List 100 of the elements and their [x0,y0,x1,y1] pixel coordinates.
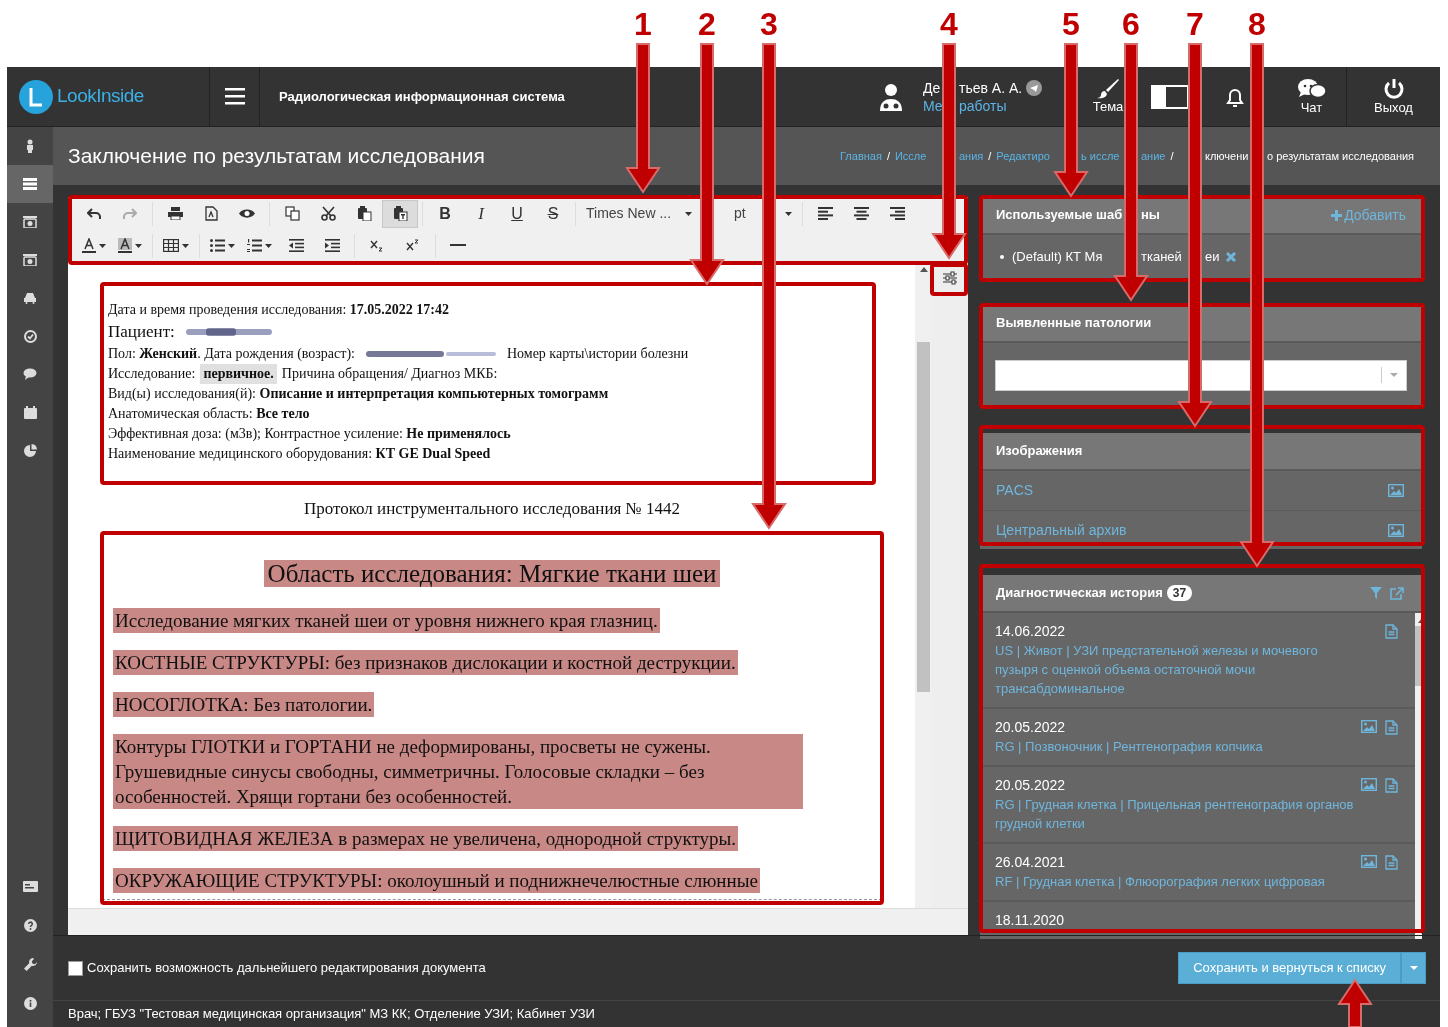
document-line: Причина обращения/ Диагноз МКБ: [281,365,498,383]
panel-title: Изображения [996,442,1083,461]
image-icon[interactable] [1388,523,1404,537]
breadcrumb-link[interactable]: Редактиро [996,147,1050,165]
print-icon [167,207,183,220]
document-line: Пол: Женский. Дата рождения (возраст): [108,345,355,363]
document-line: Наименование медицинского оборудования: КТ GE Dual Speed [108,445,491,463]
image-icon[interactable] [1361,720,1377,733]
section-heading: Область исследования: Мягкие ткани шеи [263,559,721,587]
history-item[interactable]: 20.05.2022 RG | Позвоночник | Рентгенография копчика [980,707,1415,765]
paste-text-button[interactable] [382,199,418,228]
history-date: 20.05.2022 [995,776,1067,795]
logo-text: LookInside [57,84,144,109]
image-icon[interactable] [1361,855,1377,868]
font-dropdown[interactable]: Times New ... [580,199,698,228]
report-paragraph: ЩИТОВИДНАЯ ЖЕЛЕЗА в размерах не увеличена, однородной структуры. [113,826,738,851]
work-menu-link[interactable]: работы [959,96,1007,115]
scrollbar[interactable] [915,262,932,908]
protocol-title: Протокол инструментального исследования № 1442 [303,498,681,520]
annotation-number: 4 [939,7,959,41]
history-item[interactable]: 26.04.2021 RF | Грудная клетка | Флюорография легких цифровая [980,842,1415,900]
highlighted-text: первичное. [200,364,277,384]
annotation-number: 3 [759,7,779,41]
align-right-icon [889,207,905,220]
send-icon[interactable] [1026,79,1043,96]
text-color-icon [82,238,96,253]
check-icon [23,329,37,343]
template-item: тканей [1141,248,1182,267]
scroll-up-icon[interactable] [919,267,928,272]
user-name: тьев А. А. [959,78,1023,97]
document-icon[interactable] [1385,720,1398,735]
template-item: (Default) КТ Мя [1012,248,1103,267]
annotation-number: 7 [1185,7,1205,41]
report-paragraph: НОСОГЛОТКА: Без патологии. [113,692,375,717]
report-paragraph: Контуры ГЛОТКИ и ГОРТАНИ не деформированы, просветы не сужены. Грушевидные синусы свободны, симметричны. Голосовые складки – без особенностей. Хрящи гортани без особенностей. [113,734,803,809]
user-name: Де [923,78,941,97]
panel-title: Используемые шаб [996,206,1123,225]
breadcrumb-link[interactable]: Главная [840,147,882,165]
align-center-icon [853,207,869,220]
history-item[interactable]: 18.11.2020 [980,900,1415,939]
document-line: Исследование: [108,365,196,383]
caret-icon [1409,966,1418,970]
table-icon [163,239,179,252]
info-icon [23,997,37,1010]
indent-icon [324,239,340,252]
breadcrumb-link[interactable]: ание [1141,147,1166,165]
breadcrumb-current: о результатам исследования [1267,148,1415,164]
pie-icon [23,443,37,457]
image-icon[interactable] [1361,778,1377,791]
logout-button[interactable]: Выход [1347,67,1440,126]
copy-icon [284,206,300,221]
breadcrumb-link[interactable]: Иссле [894,147,927,165]
bullets-icon [210,239,225,252]
size-dropdown[interactable]: pt [698,199,798,228]
breadcrumb-separator: / [1170,148,1174,164]
document-line: Эффективная доза: (м3в); Контрастное усиление: Не применялось [108,425,511,443]
caret-icon [1390,373,1398,377]
brush-icon [1097,78,1119,99]
menu-icon[interactable] [224,88,245,105]
history-date: 18.11.2020 [995,911,1066,930]
annotation-number: 6 [1121,7,1141,41]
panel-title: ны [1141,206,1160,225]
remove-icon[interactable] [1225,252,1236,262]
device-icon [23,216,37,228]
document-line: Пациент: [108,321,175,343]
history-item[interactable]: 14.06.2022 US | Живот | УЗИ предстательной железы и мочевого пузыря с оценкой объема остаточной мочи трансабдоминальное [980,613,1415,707]
document-line: Вид(ы) исследования(й): Описание и интерпретация компьютерных томограмм [108,385,609,403]
superscript-icon [406,239,420,252]
document-icon[interactable] [1385,855,1398,870]
annotation-number: 2 [697,7,717,41]
breadcrumb-current: ключени [1205,148,1249,164]
chat-icon [23,368,37,380]
panel-title: Выявленные патологии [996,314,1152,333]
panel-title: Диагностическая история [996,584,1163,603]
strike-button[interactable]: S [535,199,571,228]
theme-button[interactable]: Тема [1089,67,1127,126]
breadcrumb-link[interactable]: ь иссле [1081,147,1120,165]
sidebar-item[interactable] [7,165,53,203]
caret-icon [135,243,142,248]
pdf-icon [204,206,218,221]
checkbox-label: Сохранить возможность дальнейшего редактирования документа [87,959,486,978]
report-paragraph: КОСТНЫЕ СТРУКТУРЫ: без признаков дислокации и костной деструкции. [113,650,738,675]
help-icon [23,919,37,932]
bold-button[interactable]: B [427,199,463,228]
work-menu-link[interactable]: Ме [923,96,943,115]
checkbox[interactable] [68,960,83,976]
list-icon [23,178,37,190]
bg-color-icon [118,238,132,253]
subscript-icon [370,239,384,252]
chat-button[interactable]: Чат [1277,67,1347,126]
document-icon[interactable] [1385,778,1398,793]
caret-icon [99,243,106,248]
contrast-toggle-icon [1151,84,1189,109]
button-label: Чат [1300,99,1323,116]
pathology-select[interactable] [995,359,1407,391]
image-icon[interactable] [1388,484,1404,497]
underline-button[interactable]: U [499,199,535,228]
breadcrumb-link[interactable]: ания [959,147,984,165]
italic-button[interactable]: I [463,199,499,228]
document-icon[interactable] [1385,624,1398,639]
